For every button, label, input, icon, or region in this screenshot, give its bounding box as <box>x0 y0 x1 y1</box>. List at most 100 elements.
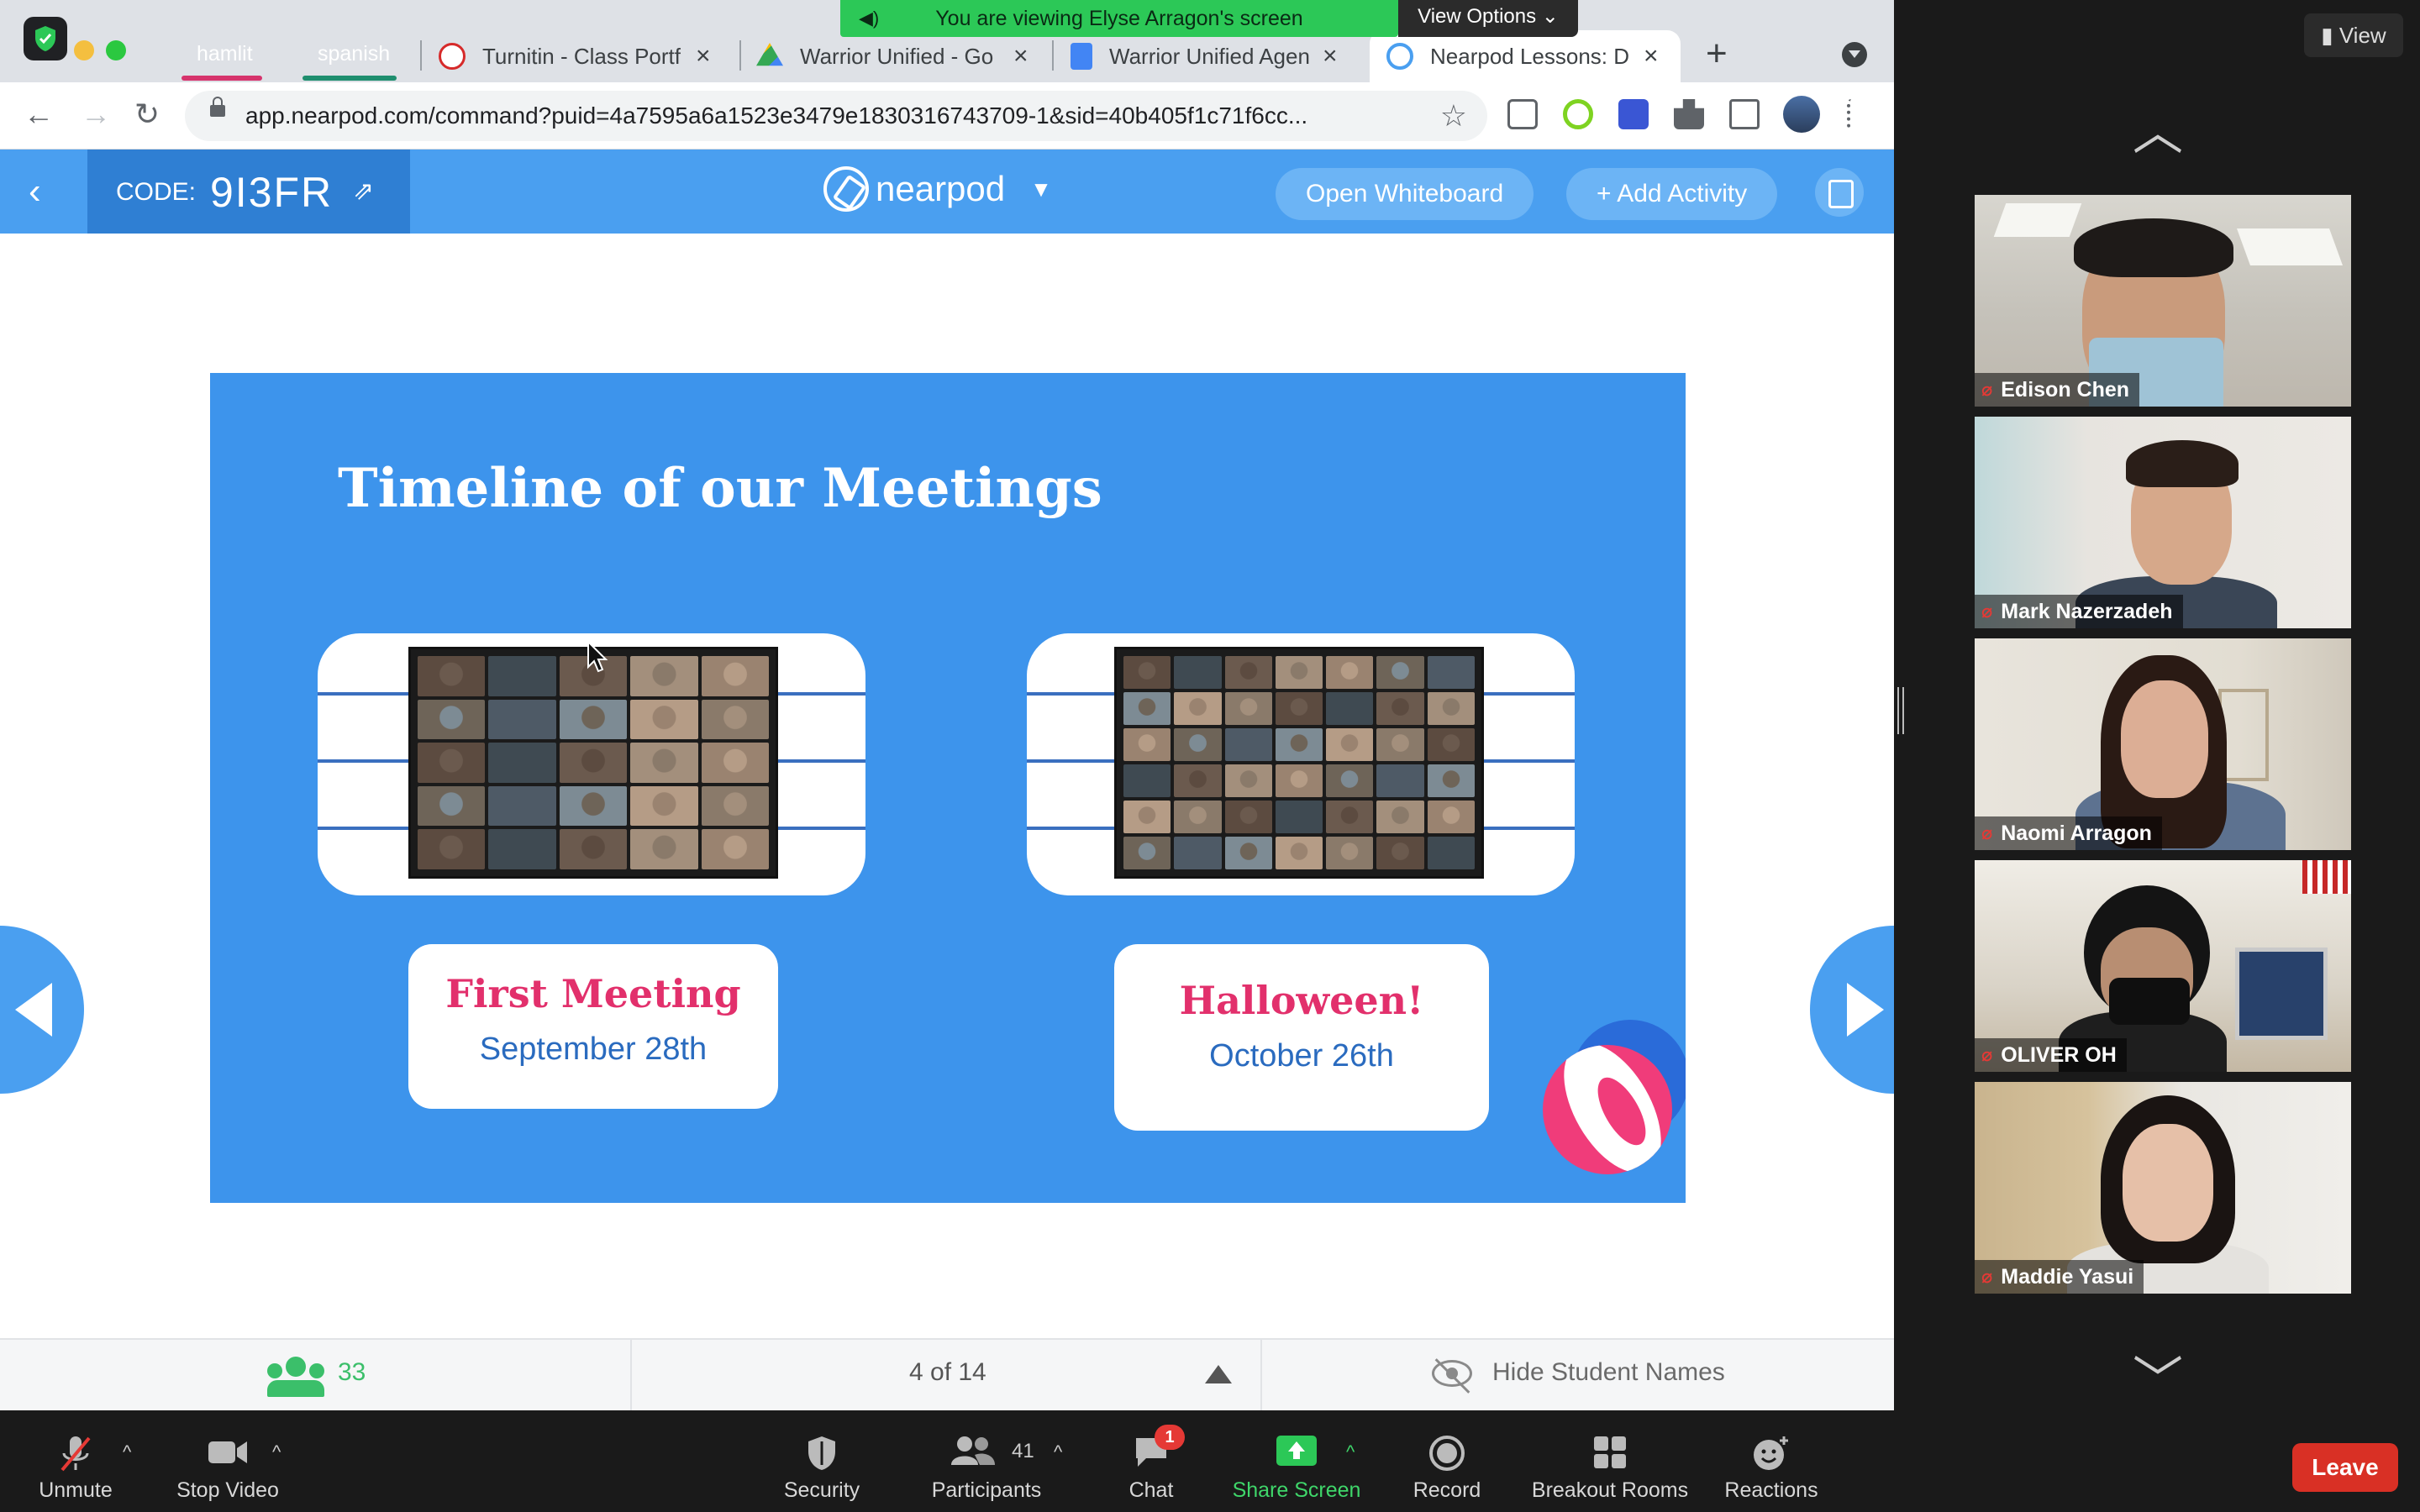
join-code-panel: CODE: 9I3FR ⇗ <box>87 150 410 234</box>
video-thumbnail <box>488 785 556 827</box>
extension-icon[interactable] <box>1563 99 1593 129</box>
reactions-button[interactable]: Reactions <box>1714 1423 1828 1512</box>
participant-tile[interactable]: ⌀ Maddie Yasui <box>1975 1082 2351 1294</box>
meeting-photo-frame <box>1027 633 1575 895</box>
chevron-up-icon[interactable]: ^ <box>1054 1441 1062 1463</box>
chevron-down-icon[interactable]: ﹀ <box>2133 1356 2183 1406</box>
open-whiteboard-button[interactable]: Open Whiteboard <box>1276 168 1534 220</box>
user-avatar[interactable] <box>1815 168 1864 217</box>
video-thumbnail <box>1376 764 1424 797</box>
tab-separator <box>420 40 422 71</box>
participants-label: Participants <box>931 1478 1042 1502</box>
chevron-left-icon[interactable]: ‹ <box>29 171 41 212</box>
participant-name: OLIVER OH <box>2001 1043 2117 1067</box>
video-thumbnail <box>1326 837 1374 869</box>
video-thumbnail <box>1326 656 1374 689</box>
nearpod-icon <box>1386 43 1413 70</box>
tab-title: Turnitin - Class Portf <box>482 43 681 69</box>
mouse-cursor-icon <box>587 640 608 673</box>
extension-icon[interactable] <box>1507 99 1538 129</box>
participant-tile[interactable]: ⌀ OLIVER OH <box>1975 860 2351 1072</box>
breakout-rooms-button[interactable]: Breakout Rooms <box>1526 1423 1694 1512</box>
participant-tile[interactable]: ⌀ Edison Chen <box>1975 195 2351 407</box>
browser-toolbar: ← → ↻ app.nearpod.com/command?puid=4a759… <box>0 82 1894 150</box>
tab-google-drive[interactable]: Warrior Unified - Go × <box>756 30 1028 82</box>
chevron-up-icon[interactable]: ^ <box>123 1441 131 1463</box>
participants-icon <box>951 1436 995 1465</box>
shield-icon <box>24 17 67 60</box>
stop-video-label: Stop Video <box>176 1478 279 1502</box>
new-tab-button[interactable]: + <box>1706 35 1728 72</box>
event-card: Halloween! October 26th <box>1114 944 1489 1131</box>
chevron-up-icon[interactable]: ^ <box>1346 1441 1355 1463</box>
forward-arrow-icon[interactable]: → <box>81 96 111 133</box>
stop-video-button[interactable]: Stop Video <box>165 1423 291 1512</box>
participant-tile[interactable]: ⌀ Naomi Arragon <box>1975 638 2351 850</box>
participant-name-tag: ⌀ OLIVER OH <box>1975 1038 2127 1072</box>
participants-button[interactable]: 41 Participants <box>919 1423 1054 1512</box>
next-slide-button[interactable] <box>1810 926 1894 1094</box>
video-thumbnail <box>630 829 698 869</box>
shared-screen: hamlit spanish Turnitin - Class Portf × … <box>0 0 1894 1410</box>
triangle-up-icon[interactable] <box>1205 1365 1232 1383</box>
video-thumbnail <box>701 699 769 740</box>
view-button[interactable]: ▮ View <box>2304 13 2403 57</box>
close-icon[interactable]: × <box>1013 42 1028 71</box>
close-icon[interactable]: × <box>1644 42 1659 71</box>
event-date: September 28th <box>479 1032 708 1067</box>
leave-button[interactable]: Leave <box>2292 1443 2398 1492</box>
video-thumbnail <box>559 829 628 869</box>
video-thumbnail <box>418 656 486 696</box>
extension-icon[interactable] <box>1618 99 1649 129</box>
address-bar[interactable]: app.nearpod.com/command?puid=4a7595a6a15… <box>185 91 1487 141</box>
video-thumbnail <box>1123 692 1171 725</box>
tab-search-icon[interactable] <box>1842 42 1867 67</box>
tab-title: Nearpod Lessons: D <box>1430 43 1630 69</box>
tab-nearpod[interactable]: Nearpod Lessons: D × <box>1370 30 1681 82</box>
add-activity-button[interactable]: + Add Activity <box>1566 168 1778 220</box>
back-arrow-icon[interactable]: ← <box>24 96 54 133</box>
video-thumbnail <box>1224 728 1272 761</box>
view-options-button[interactable]: View Options ⌄ <box>1398 0 1578 37</box>
ceiling-light <box>2236 228 2344 265</box>
reload-icon[interactable]: ↻ <box>134 96 160 133</box>
more-menu-icon[interactable] <box>1847 99 1855 129</box>
chevron-down-icon[interactable]: ▼ <box>1030 176 1052 202</box>
participant-name: Naomi Arragon <box>2001 822 2152 845</box>
close-icon[interactable]: × <box>1323 42 1338 71</box>
face-mask <box>2109 978 2190 1025</box>
participant-tile[interactable]: ⌀ Mark Nazerzadeh <box>1975 417 2351 628</box>
bookmark-star-icon[interactable]: ☆ <box>1440 97 1467 134</box>
viewing-screen-banner: ◀) You are viewing Elyse Arragon's scree… <box>840 0 1398 37</box>
chat-button[interactable]: Chat <box>1101 1423 1202 1512</box>
chevron-up-icon[interactable]: ︿ <box>2133 108 2183 158</box>
lock-icon <box>210 97 225 117</box>
security-button[interactable]: Security <box>763 1423 881 1512</box>
wall-poster <box>2235 948 2328 1040</box>
maximize-window-button[interactable] <box>106 40 126 60</box>
cast-icon[interactable] <box>1729 99 1760 129</box>
close-icon[interactable]: × <box>696 42 711 71</box>
tab-group-hamlit[interactable]: hamlit <box>182 35 268 72</box>
video-thumbnail <box>1174 764 1222 797</box>
splitter-handle[interactable] <box>1897 687 1904 734</box>
record-button[interactable]: Record <box>1397 1423 1497 1512</box>
reactions-label: Reactions <box>1724 1478 1818 1502</box>
profile-avatar[interactable] <box>1783 96 1820 133</box>
video-thumbnail <box>1224 801 1272 833</box>
share-screen-icon <box>1276 1436 1317 1466</box>
share-screen-button[interactable]: Share Screen <box>1223 1423 1370 1512</box>
video-thumbnail <box>701 743 769 783</box>
video-thumbnail <box>1123 728 1171 761</box>
share-icon[interactable]: ⇗ <box>353 176 374 206</box>
unmute-button[interactable]: Unmute <box>17 1423 134 1512</box>
previous-slide-button[interactable] <box>0 926 84 1094</box>
tab-google-docs[interactable]: Warrior Unified Agen × <box>1071 30 1338 82</box>
nearpod-logo[interactable]: nearpod ▼ <box>823 166 1052 212</box>
hide-student-names-button[interactable]: Hide Student Names <box>1492 1358 1725 1387</box>
tab-group-spanish[interactable]: spanish <box>302 35 405 72</box>
tab-turnitin[interactable]: Turnitin - Class Portf × <box>439 30 711 82</box>
minimize-window-button[interactable] <box>74 40 94 60</box>
chevron-up-icon[interactable]: ^ <box>272 1441 281 1463</box>
participant-hair <box>2074 218 2233 277</box>
